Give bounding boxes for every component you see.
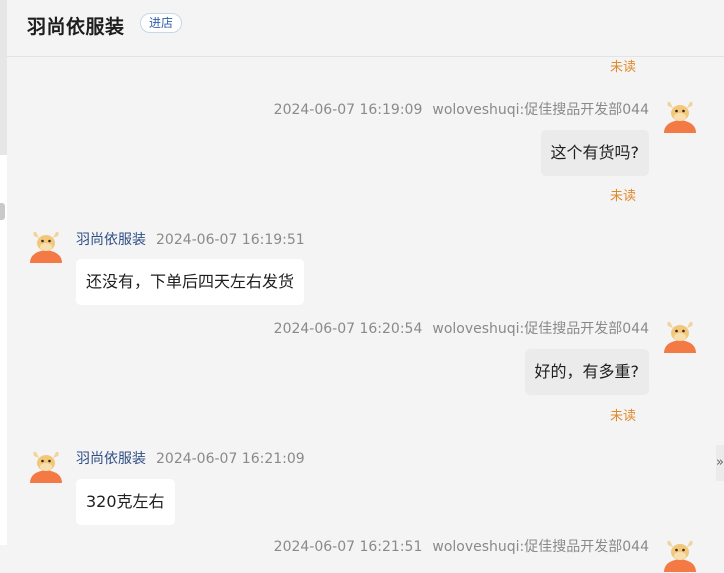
message-time: 2024-06-07 16:21:09	[156, 451, 305, 467]
left-panel-block	[0, 0, 7, 155]
self-avatar[interactable]	[662, 318, 698, 354]
message-sender: woloveshuqi:促佳搜品开发部044	[432, 321, 649, 337]
enter-shop-button[interactable]: 进店	[140, 13, 183, 33]
message-bubble: 还没有，下单后四天左右发货	[76, 259, 305, 305]
shop-avatar[interactable]	[28, 228, 64, 264]
message-sender: woloveshuqi:促佳搜品开发部044	[432, 102, 649, 118]
cow-avatar-icon	[30, 231, 62, 263]
self-avatar[interactable]	[662, 537, 698, 573]
left-panel-edge	[0, 0, 7, 545]
message-sender: woloveshuqi:促佳搜品开发部044	[432, 539, 649, 555]
message-meta: 2024-06-07 16:21:51 woloveshuqi:促佳搜品开发部04…	[274, 536, 649, 556]
shop-name[interactable]: 羽尚依服装	[27, 12, 125, 39]
message-time: 2024-06-07 16:21:51	[273, 539, 423, 555]
message-meta: 羽尚依服装 2024-06-07 16:19:51	[76, 229, 305, 249]
unread-status: 未读	[610, 60, 637, 75]
message-meta: 2024-06-07 16:20:54 woloveshuqi:促佳搜品开发部04…	[274, 318, 649, 338]
shop-avatar[interactable]	[28, 448, 64, 484]
message-meta: 2024-06-07 16:19:09 woloveshuqi:促佳搜品开发部04…	[274, 99, 649, 119]
message-bubble: 这个有货吗?	[540, 130, 649, 176]
cow-avatar-icon	[664, 321, 696, 353]
cow-avatar-icon	[664, 540, 696, 572]
message-time: 2024-06-07 16:19:09	[273, 102, 423, 118]
chat-header: 羽尚依服装 进店	[7, 0, 724, 57]
message-time: 2024-06-07 16:20:54	[273, 321, 423, 337]
cow-avatar-icon	[664, 101, 696, 133]
message-meta: 羽尚依服装 2024-06-07 16:21:09	[76, 448, 305, 468]
unread-status: 未读	[610, 189, 637, 204]
unread-status: 未读	[610, 409, 637, 424]
double-chevron-right-icon: »	[716, 455, 724, 470]
message-bubble: 好的，有多重?	[524, 349, 649, 395]
message-sender: 羽尚依服装	[76, 451, 146, 467]
self-avatar[interactable]	[662, 98, 698, 134]
side-panel-toggle[interactable]: »	[716, 445, 724, 481]
panel-resize-handle[interactable]	[0, 203, 5, 220]
cow-avatar-icon	[30, 451, 62, 483]
message-bubble: 320克左右	[76, 479, 175, 525]
message-sender: 羽尚依服装	[76, 232, 146, 248]
message-time: 2024-06-07 16:19:51	[156, 232, 305, 248]
